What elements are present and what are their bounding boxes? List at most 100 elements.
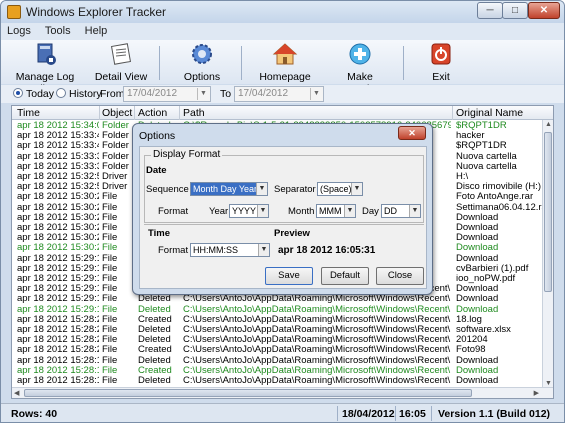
- table-row[interactable]: apr 18 2012 15:28:11 File Deleted C:\Users\…: [12, 376, 543, 386]
- col-time[interactable]: Time: [17, 107, 40, 119]
- day-label: Day: [362, 206, 379, 217]
- menu-logs[interactable]: Logs: [1, 23, 36, 37]
- cell-o: File: [102, 202, 118, 213]
- homepage-label: Homepage: [259, 71, 311, 83]
- maximize-button[interactable]: □: [502, 2, 528, 19]
- column-divider[interactable]: [179, 106, 180, 120]
- menu-bar: Logs Tools Help: [1, 23, 564, 40]
- divider: [144, 224, 424, 225]
- cell-o: File: [102, 284, 118, 295]
- exit-button[interactable]: Exit: [423, 42, 459, 83]
- history-radio[interactable]: [56, 88, 66, 98]
- dropdown-arrow-icon: ▼: [344, 205, 355, 217]
- column-divider[interactable]: [99, 106, 100, 120]
- cell-p: C:\Users\AntoJo\AppData\Roaming\Microsof…: [183, 325, 451, 335]
- preview-value: apr 18 2012 16:05:31: [278, 245, 376, 256]
- cell-o: File: [102, 253, 118, 264]
- cell-n: Download: [456, 212, 499, 223]
- status-bar: Rows: 40 18/04/2012 16:05 Version 1.1 (B…: [1, 403, 564, 422]
- cell-o: File: [102, 325, 118, 335]
- table-row[interactable]: apr 18 2012 15:28:28 File Created C:\Users\…: [12, 315, 543, 325]
- cell-t: apr 18 2012 15:28:11: [17, 376, 99, 386]
- detail-view-icon: [110, 43, 132, 65]
- year-value: YYYY: [232, 206, 257, 216]
- table-row[interactable]: apr 18 2012 15:28:11 File Created C:\Users\…: [12, 366, 543, 376]
- cell-t: apr 18 2012 15:33:38: [17, 151, 99, 162]
- cell-p: C:\Users\AntoJo\AppData\Roaming\Microsof…: [183, 365, 451, 376]
- detail-view-label: Detail View: [94, 71, 148, 83]
- cell-t: apr 18 2012 15:33:34: [17, 161, 99, 172]
- col-original-name[interactable]: Original Name: [456, 107, 523, 119]
- scroll-left-icon[interactable]: ◀: [14, 389, 19, 397]
- dialog-close-text-button[interactable]: Close: [376, 267, 424, 285]
- toolbar-separator: [241, 46, 242, 80]
- scroll-up-icon[interactable]: ▲: [545, 121, 552, 128]
- vertical-scroll-thumb[interactable]: [544, 132, 552, 292]
- version-label: Version 1.1 (Build 012): [438, 408, 551, 420]
- cell-o: File: [102, 294, 118, 305]
- cell-n: hacker: [456, 131, 485, 142]
- cell-t: apr 18 2012 15:28:28: [17, 335, 99, 346]
- status-divider: [395, 406, 396, 421]
- menu-tools[interactable]: Tools: [39, 23, 76, 37]
- cell-n: Download: [456, 233, 499, 244]
- col-path[interactable]: Path: [183, 107, 205, 119]
- table-row[interactable]: apr 18 2012 15:28:11 File Deleted C:\Users\…: [12, 356, 543, 366]
- column-divider[interactable]: [134, 106, 135, 120]
- cell-t: apr 18 2012 15:30:25: [17, 202, 99, 213]
- today-radio[interactable]: [13, 88, 23, 98]
- table-row[interactable]: apr 18 2012 15:28:28 File Deleted C:\Users\…: [12, 325, 543, 335]
- cell-n: Download: [456, 304, 499, 315]
- separator-select[interactable]: (Space) ▼: [317, 182, 363, 196]
- dialog-close-button[interactable]: ✕: [398, 126, 426, 140]
- cell-o: Folder: [102, 151, 129, 162]
- table-row[interactable]: apr 18 2012 15:28:28 File Created C:\Users\…: [12, 345, 543, 355]
- col-action[interactable]: Action: [138, 107, 167, 119]
- table-row[interactable]: apr 18 2012 15:29:10File Deleted C:\Users\…: [12, 294, 543, 304]
- dropdown-arrow-icon: ▼: [256, 183, 267, 195]
- options-button[interactable]: Options: [179, 42, 225, 83]
- table-row[interactable]: apr 18 2012 15:29:10File Deleted C:\Users\…: [12, 305, 543, 315]
- default-button[interactable]: Default: [321, 267, 369, 285]
- year-label: Year: [209, 206, 229, 217]
- cell-o: File: [102, 304, 118, 315]
- to-label: To: [220, 88, 232, 100]
- detail-view-button[interactable]: Detail View: [93, 42, 149, 83]
- month-select[interactable]: MMM ▼: [316, 204, 356, 218]
- menu-help[interactable]: Help: [79, 23, 113, 37]
- log-files-icon: [37, 43, 56, 65]
- scroll-right-icon[interactable]: ▶: [534, 389, 539, 397]
- from-date-picker[interactable]: 17/04/2012 ▼: [123, 86, 211, 102]
- scroll-down-icon[interactable]: ▼: [545, 380, 552, 387]
- cell-p: C:\Users\AntoJo\AppData\Roaming\Microsof…: [183, 345, 451, 356]
- col-object[interactable]: Object: [102, 107, 132, 119]
- table-row[interactable]: apr 18 2012 15:28:28 File Deleted C:\Users\…: [12, 335, 543, 345]
- cell-a: Deleted: [138, 325, 171, 335]
- preview-heading: Preview: [274, 228, 310, 239]
- cell-o: Folder: [102, 121, 129, 131]
- donation-plus-icon: [349, 43, 371, 65]
- day-select[interactable]: DD ▼: [381, 204, 421, 218]
- to-date-picker[interactable]: 17/04/2012 ▼: [234, 86, 324, 102]
- cell-o: File: [102, 212, 118, 223]
- horizontal-scroll-thumb[interactable]: [24, 389, 472, 397]
- time-format-select[interactable]: HH:MM:SS ▼: [190, 243, 270, 257]
- vertical-scrollbar[interactable]: ▲ ▼: [542, 120, 553, 388]
- cell-t: apr 18 2012 15:28:28: [17, 314, 99, 325]
- close-button[interactable]: ✕: [528, 2, 560, 19]
- cell-o: File: [102, 314, 118, 325]
- homepage-button[interactable]: Homepage: [257, 42, 313, 83]
- window-title: Windows Explorer Tracker: [26, 5, 167, 19]
- column-divider[interactable]: [452, 106, 453, 120]
- minimize-button[interactable]: ─: [477, 2, 503, 19]
- horizontal-scrollbar[interactable]: ◀ ▶: [12, 387, 553, 398]
- date-format-label: Format: [158, 206, 189, 217]
- cell-a: Created: [138, 314, 172, 325]
- group-title: Display Format: [151, 149, 223, 160]
- sequence-select[interactable]: Month Day Year ▼: [190, 182, 268, 196]
- save-button[interactable]: Save: [265, 267, 313, 285]
- cell-t: apr 18 2012 15:29:10: [17, 284, 99, 295]
- cell-n: Download: [456, 223, 499, 233]
- cell-a: Created: [138, 345, 172, 356]
- year-select[interactable]: YYYY ▼: [229, 204, 269, 218]
